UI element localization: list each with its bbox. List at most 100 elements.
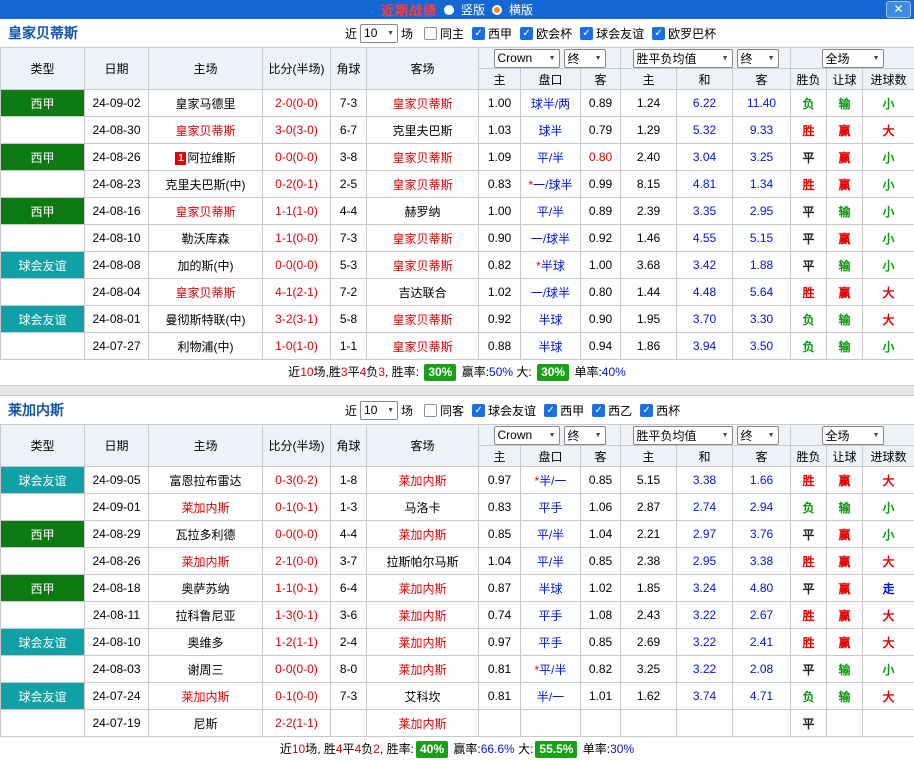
col-date: 日期 [85, 48, 149, 90]
summary-segment: 30% [537, 364, 569, 381]
corners: 1-3 [331, 494, 367, 521]
avg-select[interactable]: 胜平负均值▼ [633, 426, 733, 445]
goals-result: 大 [863, 467, 914, 494]
bookmaker-select-value: Crown [498, 51, 533, 65]
result: 平 [791, 710, 827, 737]
match-count-select-value: 10 [364, 26, 377, 40]
checkbox-icon[interactable]: ✓ [520, 27, 533, 40]
subcolumn-header: 进球数 [863, 446, 914, 467]
away-team: 皇家贝蒂斯 [367, 144, 479, 171]
col-home: 主场 [149, 425, 263, 467]
league-filter-checkbox[interactable]: ✓球会友谊 [580, 25, 644, 42]
summary-segment: , 胜率: [380, 742, 414, 756]
league-filter-checkbox[interactable]: ✓西甲 [544, 402, 584, 419]
section-divider [0, 385, 914, 396]
league-filter-checkbox[interactable]: ✓西甲 [472, 25, 512, 42]
away-team: 吉达联合 [367, 279, 479, 306]
match-count-select[interactable]: 10▼ [360, 401, 398, 420]
league-filter-checkbox[interactable]: ✓球会友谊 [472, 402, 536, 419]
away-odds: 0.80 [581, 279, 621, 306]
odds-final-select[interactable]: 终▼ [564, 49, 606, 68]
handicap-star: * [536, 259, 541, 273]
match-date: 24-07-24 [85, 683, 149, 710]
summary-segment: 近 [288, 365, 300, 379]
avg-draw: 3.74 [677, 683, 733, 710]
match-row: 球会友谊24-08-10勒沃库森1-1(0-0)7-3皇家贝蒂斯0.90一/球半… [1, 225, 914, 252]
avg-away: 1.66 [733, 467, 791, 494]
score: 1-0(1-0) [263, 333, 331, 360]
avg-draw: 3.04 [677, 144, 733, 171]
home-team: 1阿拉维斯 [149, 144, 263, 171]
checkbox-icon[interactable]: ✓ [652, 27, 665, 40]
avg-final-select[interactable]: 终▼ [737, 49, 779, 68]
layout-horizontal-label[interactable]: 横版 [509, 1, 533, 18]
layout-horizontal-radio[interactable] [492, 5, 502, 15]
away-odds: 1.04 [581, 521, 621, 548]
same-venue-checkbox[interactable]: 同主 [424, 25, 464, 42]
bookmaker-select[interactable]: Crown▼ [494, 49, 560, 68]
match-date: 24-08-04 [85, 279, 149, 306]
close-button[interactable]: ✕ [886, 1, 911, 18]
checkbox-icon[interactable]: ✓ [592, 404, 605, 417]
odds-final-select[interactable]: 终▼ [564, 426, 606, 445]
corners: 4-4 [331, 521, 367, 548]
checkbox-icon[interactable]: ✓ [472, 27, 485, 40]
layout-vertical-label[interactable]: 竖版 [461, 1, 485, 18]
league-filter-checkbox[interactable]: ✓西杯 [640, 402, 680, 419]
avg-draw: 3.38 [677, 467, 733, 494]
match-count-select[interactable]: 10 ▼ [360, 24, 398, 43]
checkbox-icon[interactable]: ✓ [640, 404, 653, 417]
avg-home: 1.85 [621, 575, 677, 602]
match-date: 24-08-10 [85, 225, 149, 252]
result: 胜 [791, 629, 827, 656]
match-date: 24-09-05 [85, 467, 149, 494]
score: 0-1(0-0) [263, 683, 331, 710]
league-type: 球会友谊 [1, 683, 85, 710]
goals-result: 大 [863, 602, 914, 629]
chevron-down-icon: ▼ [387, 30, 394, 37]
away-odds: 0.80 [581, 144, 621, 171]
match-date: 24-07-19 [85, 710, 149, 737]
score: 4-1(2-1) [263, 279, 331, 306]
league-filter-checkbox[interactable]: ✓欧会杯 [520, 25, 572, 42]
checkbox-icon[interactable]: ✓ [472, 404, 485, 417]
result: 负 [791, 333, 827, 360]
avg-group-header: 胜平负均值▼终▼ [621, 48, 791, 69]
layout-vertical-radio[interactable] [444, 5, 454, 15]
away-team: 皇家贝蒂斯 [367, 306, 479, 333]
avg-away: 4.80 [733, 575, 791, 602]
league-filter-checkbox[interactable]: ✓西乙 [592, 402, 632, 419]
league-filter-checkbox[interactable]: ✓欧罗巴杯 [652, 25, 716, 42]
record-summary: 近10场,胜3平4负3, 胜率: 30% 赢率:50% 大: 30% 单率:40… [0, 360, 914, 385]
away-odds: 0.94 [581, 333, 621, 360]
checkbox-icon[interactable] [424, 27, 437, 40]
checkbox-icon[interactable]: ✓ [580, 27, 593, 40]
scope-select[interactable]: 全场▼ [822, 49, 884, 68]
avg-draw: 3.22 [677, 629, 733, 656]
handicap-result: 输 [827, 656, 863, 683]
summary-segment: 2 [373, 742, 380, 756]
handicap: 半/一 [521, 683, 581, 710]
avg-select[interactable]: 胜平负均值▼ [633, 49, 733, 68]
checkbox-icon[interactable] [424, 404, 437, 417]
chevron-down-icon: ▼ [873, 432, 880, 439]
home-odds: 1.00 [479, 90, 521, 117]
same-venue-checkbox[interactable]: 同客 [424, 402, 464, 419]
league-type: 球会友谊 [1, 252, 85, 279]
goals-result [863, 710, 914, 737]
col-type: 类型 [1, 48, 85, 90]
scope-select[interactable]: 全场 ▼ [822, 426, 884, 445]
league-type: 球会友谊 [1, 333, 85, 360]
avg-final-select[interactable]: 终▼ [737, 426, 779, 445]
corners: 5-3 [331, 252, 367, 279]
handicap: 一/球半 [521, 279, 581, 306]
handicap-result: 输 [827, 306, 863, 333]
avg-draw: 3.35 [677, 198, 733, 225]
summary-segment: 66.6% [481, 742, 515, 756]
bookmaker-select[interactable]: Crown▼ [494, 426, 560, 445]
handicap-result: 赢 [827, 548, 863, 575]
home-team: 莱加内斯 [149, 494, 263, 521]
scope-select-value: 全场 [826, 427, 850, 444]
checkbox-icon[interactable]: ✓ [544, 404, 557, 417]
avg-away: 2.67 [733, 602, 791, 629]
